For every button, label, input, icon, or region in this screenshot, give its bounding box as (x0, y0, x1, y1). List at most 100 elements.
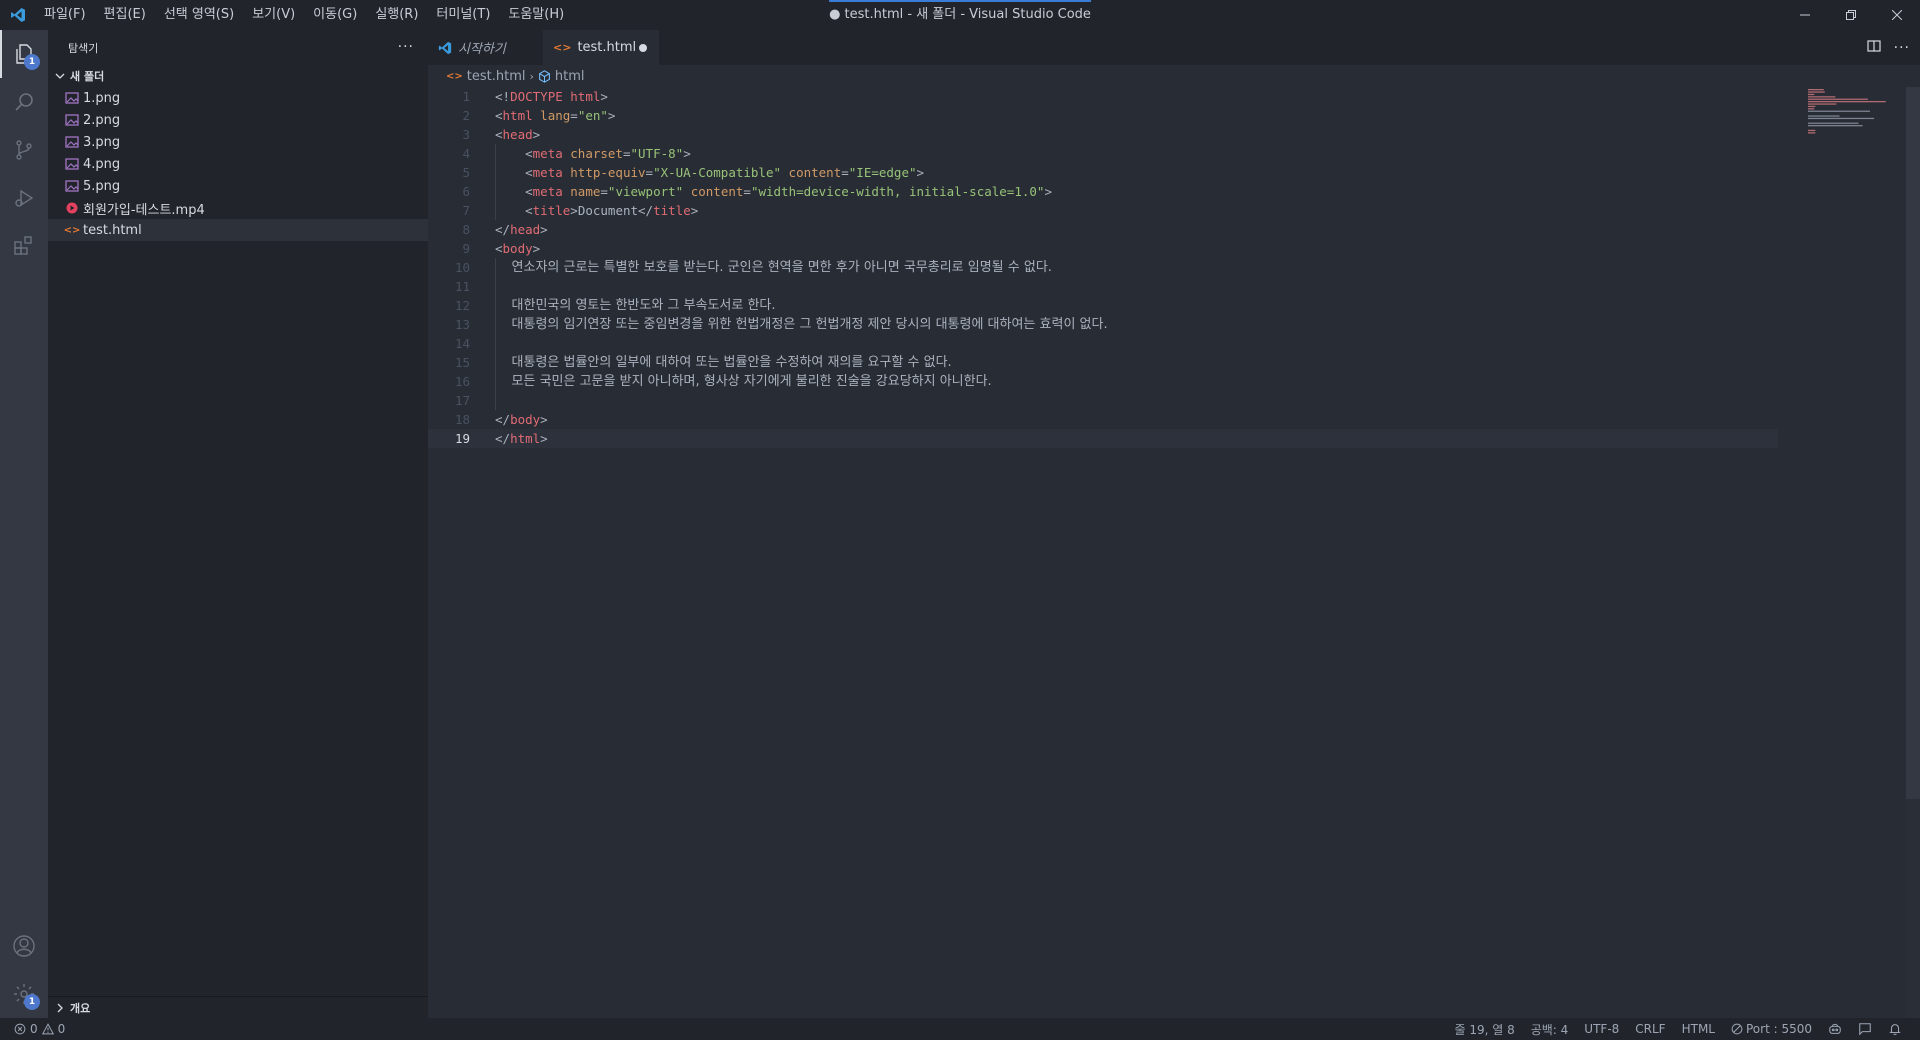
unsaved-dot-icon[interactable] (639, 43, 647, 52)
notifications-bell-icon[interactable] (1880, 1022, 1910, 1036)
file-item[interactable]: 회원가입-테스트.mp4 (48, 197, 428, 219)
code-line[interactable]: 13 대통령의 임기연장 또는 중임변경을 위한 헌법개정은 그 헌법개정 제안… (428, 315, 1898, 334)
file-item[interactable]: 1.png (48, 87, 428, 109)
scrollbar-thumb[interactable] (1906, 87, 1920, 799)
file-item[interactable]: 2.png (48, 109, 428, 131)
more-actions-icon[interactable]: ··· (1894, 40, 1910, 56)
code-line[interactable]: 18 </body> (428, 410, 1898, 429)
code-line[interactable]: 14 (428, 334, 1898, 353)
run-debug-icon[interactable] (0, 174, 48, 222)
menu-item[interactable]: 터미널(T) (427, 0, 499, 30)
code-line[interactable]: 17 (428, 391, 1898, 410)
feedback-icon[interactable] (1850, 1022, 1880, 1036)
html-file-icon: <> (553, 41, 572, 54)
code-line[interactable]: 19 </html> (428, 429, 1778, 448)
line-number: 11 (454, 279, 470, 294)
minimap-line (1808, 96, 1836, 98)
menu-item[interactable]: 도움말(H) (499, 0, 573, 30)
language-mode[interactable]: HTML (1674, 1022, 1723, 1036)
code-line[interactable]: 5 <meta http-equiv="X-UA-Compatible" con… (428, 163, 1898, 182)
code-editor[interactable]: 1 <!DOCTYPE html> 2 <html lang="en"> 3 <head>… (428, 87, 1898, 1018)
code-line[interactable]: 16 모든 국민은 고문을 받지 아니하며, 형사상 자기에게 불리한 진술을 … (428, 372, 1898, 391)
editor-actions: ··· (1866, 30, 1910, 65)
search-icon[interactable] (0, 78, 48, 126)
tab-test-html[interactable]: <> test.html (543, 30, 659, 65)
code-line[interactable]: 9 <body> (428, 239, 1898, 258)
code-line[interactable]: 11 (428, 277, 1898, 296)
explorer-badge: 1 (24, 54, 40, 70)
minimap-line (1808, 103, 1837, 105)
code-text: 대통령은 법률안의 일부에 대하여 또는 법률안을 수정하여 재의를 요구할 수… (495, 355, 952, 370)
minimap-line (1808, 108, 1815, 110)
minimize-button[interactable] (1782, 0, 1828, 30)
code-text: </head> (495, 222, 548, 237)
outline-section[interactable]: 개요 (48, 996, 428, 1018)
code-text: 대통령의 임기연장 또는 중임변경을 위한 헌법개정은 그 헌법개정 제안 당시… (495, 317, 1108, 332)
menu-item[interactable]: 파일(F) (35, 0, 95, 30)
tab-bar: 시작하기 <> test.html ··· (428, 30, 1920, 65)
breadcrumb-file[interactable]: test.html (467, 69, 526, 84)
image-file-icon (64, 178, 80, 194)
code-line[interactable]: 10 연소자의 근로는 특별한 보호를 받는다. 군인은 현역을 면한 후가 아… (428, 258, 1898, 277)
file-item[interactable]: <> test.html (48, 219, 428, 241)
end-of-line[interactable]: CRLF (1627, 1022, 1673, 1036)
minimap[interactable] (1806, 87, 1906, 147)
code-line[interactable]: 1 <!DOCTYPE html> (428, 87, 1898, 106)
code-line[interactable]: 4 <meta charset="UTF-8"> (428, 144, 1898, 163)
more-actions-icon[interactable]: ··· (398, 30, 414, 65)
code-line[interactable]: 7 <title>Document</title> (428, 201, 1898, 220)
code-line[interactable]: 8 </head> (428, 220, 1898, 239)
menu-item[interactable]: 보기(V) (243, 0, 304, 30)
folder-name: 새 폴더 (70, 70, 105, 83)
source-control-icon[interactable] (0, 126, 48, 174)
explorer-icon[interactable]: 1 (0, 30, 48, 78)
line-number: 15 (454, 355, 470, 370)
file-item[interactable]: 4.png (48, 153, 428, 175)
settings-gear-icon[interactable]: 1 (0, 970, 48, 1018)
code-text: <meta name="viewport" content="width=dev… (525, 184, 1052, 199)
vscode-logo-icon (0, 0, 35, 30)
code-line[interactable]: 2 <html lang="en"> (428, 106, 1898, 125)
cursor-position[interactable]: 줄 19, 열 8 (1446, 1021, 1522, 1038)
port-label: Port : 5500 (1746, 1022, 1812, 1036)
window-controls (1782, 0, 1920, 30)
code-text: <meta http-equiv="X-UA-Compatible" conte… (525, 165, 925, 180)
line-number: 14 (454, 336, 470, 351)
restore-button[interactable] (1828, 0, 1874, 30)
folder-header[interactable]: 새 폴더 (48, 65, 428, 87)
menu-item[interactable]: 이동(G) (304, 0, 366, 30)
image-file-icon (64, 156, 80, 172)
code-text: 모든 국민은 고문을 받지 아니하며, 형사상 자기에게 불리한 진술을 강요당… (495, 374, 992, 389)
menu-item[interactable]: 편집(E) (95, 0, 155, 30)
file-item[interactable]: 5.png (48, 175, 428, 197)
chevron-down-icon (55, 73, 65, 79)
problems-indicator[interactable]: 0 0 (0, 1022, 65, 1036)
warning-icon (41, 1023, 54, 1035)
indent-guide (495, 277, 496, 296)
minimap-line (1808, 105, 1816, 108)
encoding[interactable]: UTF-8 (1576, 1022, 1627, 1036)
close-button[interactable] (1874, 0, 1920, 30)
code-line[interactable]: 12 대한민국의 영토는 한반도와 그 부속도서로 한다. (428, 296, 1898, 315)
line-number: 9 (462, 241, 470, 256)
code-line[interactable]: 6 <meta name="viewport" content="width=d… (428, 182, 1898, 201)
vertical-scrollbar[interactable] (1906, 87, 1920, 1018)
indentation[interactable]: 공백: 4 (1523, 1021, 1577, 1038)
menu-item[interactable]: 실행(R) (366, 0, 427, 30)
menu-item[interactable]: 선택 영역(S) (155, 0, 243, 30)
breadcrumb-symbol[interactable]: html (555, 69, 585, 84)
file-item[interactable]: 3.png (48, 131, 428, 153)
split-editor-icon[interactable] (1866, 38, 1882, 58)
line-number: 8 (462, 222, 470, 237)
tab-welcome[interactable]: 시작하기 (428, 30, 543, 65)
account-icon[interactable] (0, 922, 48, 970)
code-line[interactable]: 15 대통령은 법률안의 일부에 대하여 또는 법률안을 수정하여 재의를 요구… (428, 353, 1898, 372)
symbol-element-icon (538, 69, 551, 83)
vscode-logo-icon (438, 41, 452, 55)
copilot-icon[interactable] (1820, 1022, 1850, 1036)
extensions-icon[interactable] (0, 222, 48, 270)
code-line[interactable]: 3 <head> (428, 125, 1898, 144)
code-text: </html> (495, 431, 548, 446)
live-server-port[interactable]: Port : 5500 (1723, 1022, 1820, 1036)
line-number: 6 (462, 184, 470, 199)
